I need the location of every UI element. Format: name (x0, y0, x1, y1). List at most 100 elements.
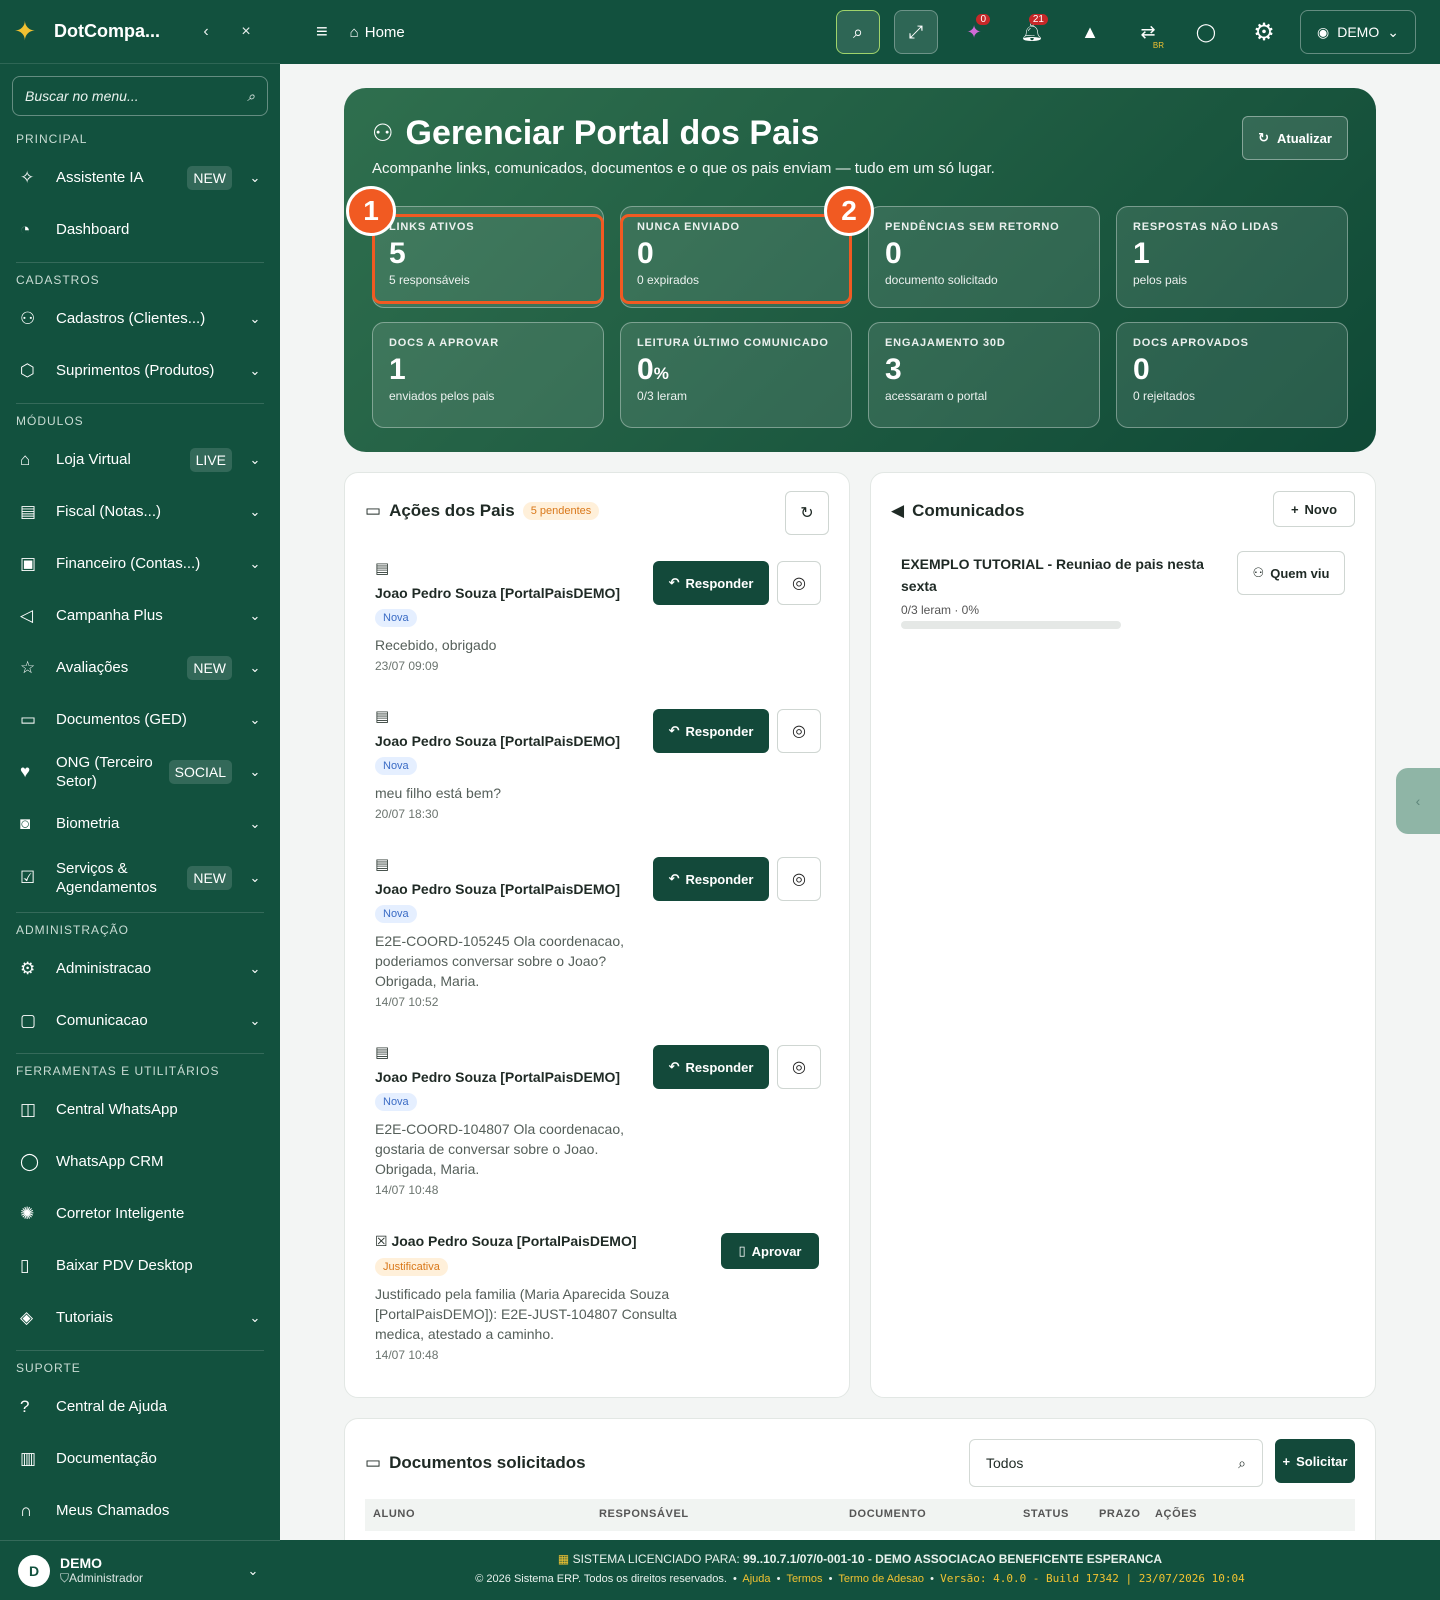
chevron-down-icon: ⌄ (249, 1310, 261, 1325)
action-name: Joao Pedro Souza [PortalPaisDEMO] (391, 1233, 637, 1249)
stat-value: 0 (637, 353, 654, 386)
language-button[interactable]: ⇄ BR (1126, 10, 1170, 54)
message-icon: ▤ (375, 1044, 390, 1061)
action-message: Justificado pela familia (Maria Aparecid… (375, 1286, 677, 1342)
stat-value-wrap: 0% (637, 353, 835, 387)
cash-icon: ▣ (20, 554, 37, 573)
sidebar-item-servicos[interactable]: ☑ Serviços & Agendamentos NEW ⌄ (0, 850, 280, 906)
sidebar-item-whatsapp-crm[interactable]: ◯ WhatsApp CRM (0, 1136, 280, 1188)
action-message: meu filho está bem? (375, 785, 502, 801)
sidebar-item-ong[interactable]: ♥ ONG (Terceiro Setor) SOCIAL ⌄ (0, 746, 280, 798)
stat-engajamento[interactable]: ENGAJAMENTO 30D 3 acessaram o portal (868, 322, 1100, 428)
link-ajuda[interactable]: Ajuda (742, 1573, 770, 1585)
reply-label: Responder (685, 871, 754, 887)
stat-docs-aprovar[interactable]: DOCS A APROVAR 1 enviados pelos pais (372, 322, 604, 428)
reply-button[interactable]: ↶ Responder (653, 709, 769, 753)
new-comunicado-button[interactable]: + Novo (1273, 491, 1355, 527)
menu-search-input[interactable]: Buscar no menu... ⌕ (12, 76, 268, 116)
status-filter-select[interactable]: Todos ⌕ (969, 1439, 1263, 1487)
gear-icon: ⚙ (20, 959, 36, 978)
stat-sub: 0 rejeitados (1133, 389, 1196, 403)
stat-sub: pelos pais (1133, 273, 1188, 287)
phone-vibrate-icon: ◫ (20, 1100, 37, 1119)
approve-button[interactable]: ▯ Aprovar (721, 1233, 819, 1269)
sidebar-item-campanha[interactable]: ◁ Campanha Plus ⌄ (0, 590, 280, 642)
highlight-box-1 (372, 214, 604, 304)
sidebar-item-label: Avaliações (56, 659, 129, 677)
calendar-check-icon: ☑ (20, 868, 36, 887)
stat-pendencias[interactable]: PENDÊNCIAS SEM RETORNO 0 documento solicit… (868, 206, 1100, 308)
sidebar-item-financeiro[interactable]: ▣ Financeiro (Contas...) ⌄ (0, 538, 280, 590)
side-panel-toggle[interactable]: ‹ (1396, 768, 1440, 834)
reply-label: Responder (685, 723, 754, 739)
sidebar-item-dashboard[interactable]: ◔ Dashboard (0, 204, 280, 256)
who-viewed-label: Quem viu (1270, 565, 1330, 581)
ai-button[interactable]: ✦ 0 (952, 10, 996, 54)
sidebar-item-biometria[interactable]: ◙ Biometria ⌄ (0, 798, 280, 850)
new-badge: NEW (187, 166, 232, 190)
expand-icon: ⤢ (908, 21, 924, 42)
notifications-button[interactable]: 🔔︎ 21 (1010, 10, 1054, 54)
alerts-button[interactable]: ▲ (1068, 10, 1112, 54)
sidebar-item-comunicacao[interactable]: ▢ Comunicacao ⌄ (0, 995, 280, 1047)
store-icon: ⌂ (20, 450, 31, 469)
sidebar-item-documentos[interactable]: ▭ Documentos (GED) ⌄ (0, 694, 280, 746)
documentos-title: Documentos solicitados (389, 1453, 586, 1472)
sidebar-item-pdv[interactable]: ▯ Baixar PDV Desktop (0, 1240, 280, 1292)
comunicado-item[interactable]: EXEMPLO TUTORIAL - Reuniao de pais nesta… (901, 553, 1221, 629)
sidebar-item-cadastros[interactable]: ⚇ Cadastros (Clientes...) ⌄ (0, 293, 280, 345)
reply-button[interactable]: ↶ Responder (653, 857, 769, 901)
sidebar-item-administracao[interactable]: ⚙ Administracao ⌄ (0, 943, 280, 995)
who-viewed-button[interactable]: ⚇ Quem viu (1237, 551, 1345, 595)
sidebar-item-documentacao[interactable]: ▥ Documentação (0, 1433, 280, 1485)
sidebar-item-avaliacoes[interactable]: ☆ Avaliações NEW ⌄ (0, 642, 280, 694)
action-name: Joao Pedro Souza [PortalPaisDEMO] (375, 585, 621, 601)
view-button[interactable]: ◎ (777, 857, 821, 901)
sidebar-item-central-whatsapp[interactable]: ◫ Central WhatsApp (0, 1084, 280, 1136)
sidebar-item-corretor[interactable]: ✺ Corretor Inteligente (0, 1188, 280, 1240)
collapse-sidebar-button[interactable]: ‹ (186, 23, 226, 41)
message-icon: ▤ (375, 856, 390, 873)
stat-respostas[interactable]: RESPOSTAS NÃO LIDAS 1 pelos pais (1116, 206, 1348, 308)
pending-badge: 5 pendentes (522, 502, 600, 520)
sidebar-item-label: Assistente IA (56, 169, 144, 187)
stat-leitura[interactable]: LEITURA ÚLTIMO COMUNICADO 0% 0/3 leram (620, 322, 852, 428)
refresh-button[interactable]: ↻ Atualizar (1242, 116, 1348, 160)
user-menu-button[interactable]: ◉ DEMO ⌄ (1300, 10, 1416, 54)
user-role-text: Administrador (69, 1571, 144, 1585)
action-message: Recebido, obrigado (375, 637, 497, 653)
sidebar-user[interactable]: D DEMO ⛉Administrador ⌄ (0, 1540, 280, 1600)
view-button[interactable]: ◎ (777, 709, 821, 753)
stat-docs-aprovados[interactable]: DOCS APROVADOS 0 0 rejeitados (1116, 322, 1348, 428)
request-document-button[interactable]: + Solicitar (1275, 1439, 1355, 1483)
stat-label: RESPOSTAS NÃO LIDAS (1133, 221, 1279, 233)
reply-button[interactable]: ↶ Responder (653, 1045, 769, 1089)
sidebar-item-tutoriais[interactable]: ◈ Tutoriais ⌄ (0, 1292, 280, 1344)
megaphone-icon: ◁ (20, 606, 34, 625)
acoes-refresh-button[interactable]: ↻ (785, 491, 829, 535)
settings-button[interactable]: ⚙ (1242, 10, 1286, 54)
menu-search-placeholder: Buscar no menu... (25, 88, 139, 104)
breadcrumb[interactable]: ⌂ Home (350, 24, 405, 41)
reply-button[interactable]: ↶ Responder (653, 561, 769, 605)
fullscreen-button[interactable]: ⤢ (894, 10, 938, 54)
link-termos[interactable]: Termos (786, 1573, 822, 1585)
sidebar-item-chamados[interactable]: ∩ Meus Chamados (0, 1485, 280, 1537)
close-sidebar-button[interactable]: × (226, 23, 266, 41)
action-date: 14/07 10:52 (375, 995, 439, 1009)
sidebar-item-loja[interactable]: ⌂ Loja Virtual LIVE ⌄ (0, 434, 280, 486)
sidebar-item-ajuda[interactable]: ? Central de Ajuda (0, 1381, 280, 1433)
column-header: DOCUMENTO (849, 1508, 927, 1520)
sidebar-item-assistente[interactable]: ✧ Assistente IA NEW ⌄ (0, 152, 280, 204)
chevron-down-icon: ⌄ (249, 608, 261, 623)
section-admin: ADMINISTRAÇÃO (16, 923, 130, 937)
whatsapp-button[interactable]: ◯ (1184, 10, 1228, 54)
sidebar-item-fiscal[interactable]: ▤ Fiscal (Notas...) ⌄ (0, 486, 280, 538)
view-button[interactable]: ◎ (777, 1045, 821, 1089)
sidebar-item-suprimentos[interactable]: ⬡ Suprimentos (Produtos) ⌄ (0, 345, 280, 397)
quick-search-button[interactable]: ⌕ (836, 10, 880, 54)
link-termo-adesao[interactable]: Termo de Adesao (838, 1573, 924, 1585)
ai-count: 0 (976, 14, 990, 25)
menu-toggle-button[interactable]: ≡ (316, 21, 328, 44)
view-button[interactable]: ◎ (777, 561, 821, 605)
